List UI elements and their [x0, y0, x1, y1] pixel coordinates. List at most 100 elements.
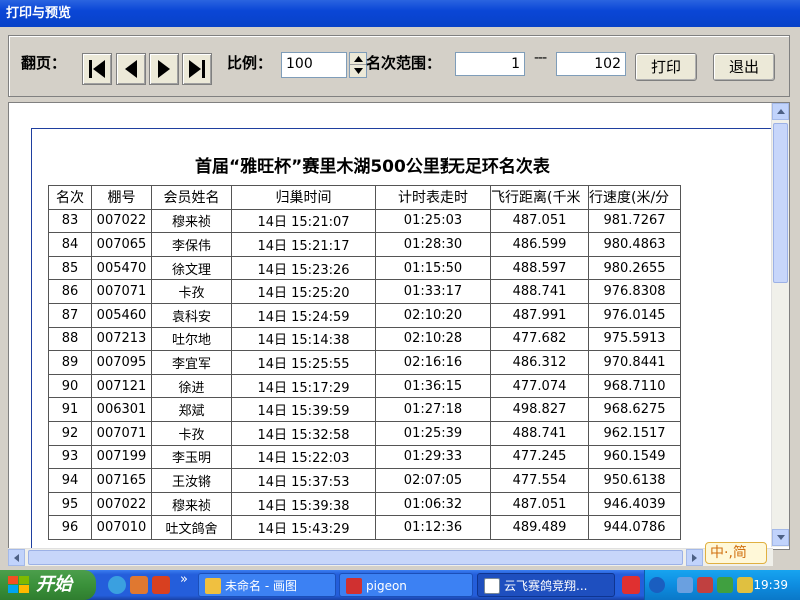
task-paint[interactable]: 未命名 - 画图 [198, 573, 336, 597]
windows-logo-icon [8, 576, 29, 593]
col-header-member: 会员姓名 [151, 185, 232, 210]
table-row: 91 006301 郑斌 14日 15:39:59 01:27:18 498.827 968… [48, 397, 681, 422]
scale-input[interactable]: 100 [281, 52, 347, 78]
scroll-right-icon[interactable] [686, 549, 703, 566]
cell-rank: 89 [48, 350, 92, 375]
vertical-scroll-thumb[interactable] [773, 123, 788, 283]
cell-member: 徐文理 [151, 255, 232, 281]
col-header-rank: 名次 [48, 185, 92, 210]
spin-up-icon[interactable] [350, 53, 366, 65]
quicklaunch-app-icon[interactable] [130, 576, 148, 594]
cell-arrival: 14日 15:21:07 [231, 208, 376, 234]
app-s-icon[interactable] [622, 576, 640, 594]
cell-clock: 01:12:36 [375, 515, 491, 540]
cell-member: 徐进 [151, 373, 232, 399]
scroll-left-icon[interactable] [8, 549, 25, 566]
cell-member: 郑斌 [151, 397, 232, 422]
task-race-app[interactable]: 云飞赛鸽竞翔... [477, 573, 615, 597]
ime-indicator[interactable]: 中·,简 [705, 542, 767, 564]
cell-arrival: 14日 15:32:58 [231, 420, 376, 446]
col-header-distance: 飞行距离(千米 [490, 185, 589, 210]
table-row: 92 007071 卡孜 14日 15:32:58 01:25:39 488.741 962… [48, 420, 681, 446]
prev-page-button[interactable] [116, 53, 146, 85]
horizontal-scroll-thumb[interactable] [28, 550, 683, 565]
col-header-loft: 棚号 [91, 185, 152, 210]
cell-rank: 84 [48, 232, 92, 257]
table-row: 87 005460 袁科安 14日 15:24:59 02:10:20 487.991 97… [48, 302, 681, 328]
cell-distance: 486.599 [490, 232, 589, 257]
scale-spinner[interactable] [349, 52, 367, 78]
first-page-button[interactable] [82, 53, 112, 85]
tray-network-icon[interactable] [677, 577, 693, 593]
cell-loft: 007199 [91, 444, 152, 470]
tray-volume-icon[interactable] [737, 577, 753, 593]
table-row: 89 007095 李宜军 14日 15:25:55 02:16:16 486.312 97… [48, 350, 681, 375]
cell-member: 袁科安 [151, 302, 232, 328]
paint-icon [205, 578, 221, 594]
tray-shield-icon[interactable] [717, 577, 733, 593]
quicklaunch-more-icon[interactable]: » [180, 572, 188, 587]
ie-icon[interactable] [108, 576, 126, 594]
print-button[interactable]: 打印 [635, 53, 697, 81]
next-page-button[interactable] [149, 53, 179, 85]
report-title-main: 首届“雅旺杯”赛里木湖500公里 [195, 157, 440, 177]
tray-security-icon[interactable] [697, 577, 713, 593]
cell-speed: 980.4863 [588, 232, 681, 257]
col-header-arrival: 归巢时间 [231, 185, 376, 210]
ranking-table: 名次 棚号 会员姓名 归巢时间 计时表走时 飞行距离(千米 行速度(米/分 83… [48, 185, 681, 540]
table-row: 86 007071 卡孜 14日 15:25:20 01:33:17 488.741 976… [48, 279, 681, 304]
taskbar: 开始 » 未命名 - 画图 pigeon 云飞赛鸽竞翔... 19:39 [0, 570, 800, 600]
cell-clock: 01:28:30 [375, 232, 491, 257]
cell-speed: 962.1517 [588, 420, 681, 446]
cell-clock: 01:29:33 [375, 444, 491, 470]
task-pigeon[interactable]: pigeon [339, 573, 473, 597]
cell-loft: 007095 [91, 350, 152, 375]
cell-arrival: 14日 15:21:17 [231, 232, 376, 257]
cell-loft: 007165 [91, 468, 152, 493]
cell-clock: 01:15:50 [375, 255, 491, 281]
scroll-up-icon[interactable] [772, 103, 789, 120]
cell-clock: 02:07:05 [375, 468, 491, 493]
system-tray: 19:39 [644, 570, 800, 600]
tray-collapse-icon[interactable] [649, 577, 665, 593]
range-from-input[interactable]: 1 [455, 52, 525, 76]
vertical-scrollbar[interactable] [771, 103, 789, 547]
cell-loft: 007065 [91, 232, 152, 257]
cell-rank: 94 [48, 468, 92, 493]
table-row: 85 005470 徐文理 14日 15:23:26 01:15:50 488.597 98… [48, 255, 681, 281]
cell-member: 吐尔地 [151, 326, 232, 352]
start-button[interactable]: 开始 [0, 570, 96, 600]
report-title-tail: 无足环名次表 [447, 157, 550, 177]
cell-arrival: 14日 15:39:38 [231, 491, 376, 517]
cell-arrival: 14日 15:23:26 [231, 255, 376, 281]
pigeon-app-icon [346, 578, 362, 594]
last-page-button[interactable] [182, 53, 212, 85]
cell-clock: 01:36:15 [375, 373, 491, 399]
cell-clock: 02:16:16 [375, 350, 491, 375]
cell-speed: 970.8441 [588, 350, 681, 375]
report-title: 首届“雅旺杯”赛里木湖500公里赛无足环名次表 [195, 152, 550, 177]
cell-distance: 498.827 [490, 397, 589, 422]
task-paint-label: 未命名 - 画图 [225, 579, 297, 593]
cell-member: 卡孜 [151, 279, 232, 304]
cell-speed: 950.6138 [588, 468, 681, 493]
window-titlebar[interactable]: 打印与预览 [0, 0, 800, 27]
table-row: 94 007165 王汝锵 14日 15:37:53 02:07:05 477.554 95… [48, 468, 681, 493]
cell-arrival: 14日 15:25:55 [231, 350, 376, 375]
first-page-icon [89, 60, 105, 78]
exit-button[interactable]: 退出 [713, 53, 775, 81]
cell-speed: 960.1549 [588, 444, 681, 470]
table-row: 95 007022 穆来祯 14日 15:39:38 01:06:32 487.051 94… [48, 491, 681, 517]
spin-down-icon[interactable] [350, 65, 366, 77]
range-to-input[interactable]: 102 [556, 52, 626, 76]
print-preview-area[interactable]: 首届“雅旺杯”赛里木湖500公里赛无足环名次表 名次 棚号 会员姓名 归巢时间 … [8, 102, 790, 550]
cell-loft: 007010 [91, 515, 152, 540]
range-label: 名次范围： [366, 54, 442, 72]
cell-speed: 981.7267 [588, 208, 681, 234]
cell-arrival: 14日 15:17:29 [231, 373, 376, 399]
quicklaunch-media-icon[interactable] [152, 576, 170, 594]
horizontal-scrollbar[interactable] [8, 548, 773, 566]
scroll-down-icon[interactable] [772, 529, 789, 546]
cell-loft: 007022 [91, 208, 152, 234]
cell-rank: 86 [48, 279, 92, 304]
